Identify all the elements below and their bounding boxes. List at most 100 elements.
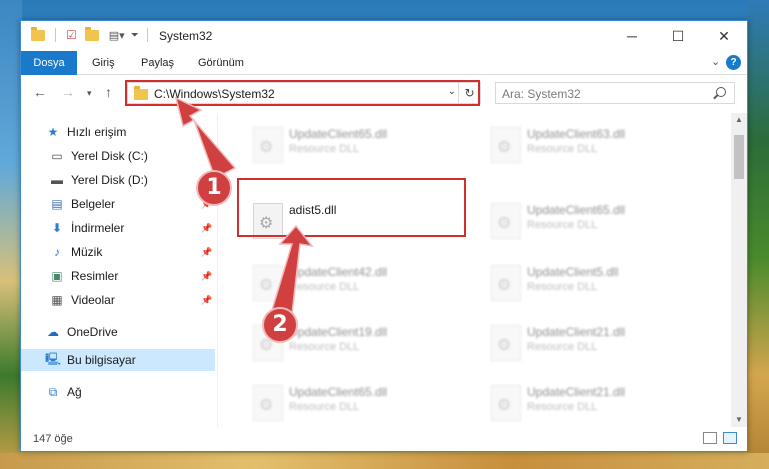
pin-icon[interactable]: 📌 [201,223,212,234]
sidebar-item-disk-c[interactable]: ▭ Yerel Disk (C:) [21,145,215,167]
file-type: Resource DLL [289,401,360,413]
title-bar: ☑ ▤▾ ⏷ System32 ─ ☐ ✕ [21,21,747,51]
file-item[interactable]: UpdateClient21.dll Resource DLL [477,381,677,425]
scroll-down-icon[interactable]: ▼ [731,413,747,427]
details-view-icon[interactable] [703,432,717,444]
address-bar-highlight [125,80,480,106]
new-folder-icon[interactable] [84,26,99,41]
toolbar-dropdown-icon[interactable]: ⏷ [131,30,139,41]
desktop-background-left [0,0,22,469]
tab-share[interactable]: Paylaş [132,51,183,75]
sidebar-item-label: OneDrive [67,325,118,339]
forward-arrow-icon[interactable]: → [61,84,75,100]
sidebar-item-label: Belgeler [71,197,116,211]
sidebar-item-label: Bu bilgisayar [67,353,136,367]
expand-ribbon-icon[interactable]: ⌄ [711,55,720,68]
tab-view[interactable]: Görünüm [189,51,253,75]
item-count: 147 öğe [33,433,73,445]
sidebar-item-music[interactable]: ♪ Müzik 📌 [21,241,215,263]
file-name: UpdateClient65.dll [289,385,388,399]
sidebar-item-network[interactable]: ⧉ Ağ [21,381,215,403]
folder-icon[interactable] [31,26,45,41]
help-icon[interactable]: ? [726,55,741,70]
up-arrow-icon[interactable]: ↑ [105,84,112,100]
close-button[interactable]: ✕ [701,21,747,51]
properties-icon[interactable]: ☑ [66,28,77,42]
pin-icon[interactable]: 📌 [201,247,212,258]
network-icon: ⧉ [48,384,58,399]
dll-file-icon [491,203,521,239]
file-item[interactable]: UpdateClient65.dll Resource DLL [477,199,677,243]
dll-file-icon [253,265,283,301]
window-title: System32 [159,29,213,43]
star-icon: ★ [47,125,59,139]
sidebar-item-pictures[interactable]: ▣ Resimler 📌 [21,265,215,287]
sidebar-item-disk-d[interactable]: ▬ Yerel Disk (D:) [21,169,215,191]
scrollbar-thumb[interactable] [734,135,744,179]
file-item[interactable]: UpdateClient21.dll Resource DLL [477,321,677,365]
file-item[interactable]: UpdateClient65.dll Resource DLL [239,381,439,425]
pictures-icon: ▣ [51,269,63,283]
customize-toolbar-icon[interactable]: ▤▾ [109,29,125,42]
dll-file-icon [491,127,521,163]
maximize-button[interactable]: ☐ [655,21,701,51]
file-item[interactable]: UpdateClient63.dll Resource DLL [477,123,677,167]
sidebar-item-label: Yerel Disk (C:) [71,149,148,163]
scroll-up-icon[interactable]: ▲ [731,113,747,127]
sidebar-item-label: Yerel Disk (D:) [71,173,148,187]
quick-access-toolbar: ☑ ▤▾ ⏷ [31,26,148,42]
search-icon[interactable] [716,87,726,97]
file-name: UpdateClient5.dll [527,265,619,279]
pane-divider[interactable] [217,113,218,427]
desktop-background-bottom [0,453,769,469]
file-type: Resource DLL [527,143,598,155]
status-bar: 147 öğe [21,427,747,451]
toolbar-separator [55,28,56,42]
sidebar-item-downloads[interactable]: ⬇ İndirmeler 📌 [21,217,215,239]
file-name: UpdateClient21.dll [527,325,626,339]
file-type: Resource DLL [527,219,598,231]
sidebar-item-quick-access[interactable]: ★ Hızlı erişim [21,121,215,143]
file-list: UpdateClient65.dll Resource DLL UpdateCl… [219,113,731,427]
file-name: UpdateClient21.dll [527,385,626,399]
toolbar-separator [146,28,148,42]
download-icon: ⬇ [51,221,63,235]
computer-icon: 🖳 [45,351,62,366]
search-box[interactable]: Ara: System32 [495,82,735,104]
sidebar-item-label: İndirmeler [71,221,125,235]
back-arrow-icon[interactable]: ← [33,84,47,100]
file-type: Resource DLL [527,341,598,353]
file-type: Resource DLL [289,341,360,353]
file-type: Resource DLL [527,281,598,293]
large-icons-view-icon[interactable] [723,432,737,444]
dll-file-icon [491,325,521,361]
video-icon: ▦ [51,293,63,307]
file-type: Resource DLL [527,401,598,413]
search-input[interactable]: Ara: System32 [502,87,581,101]
file-item[interactable]: UpdateClient65.dll Resource DLL [239,123,439,167]
pin-icon[interactable]: 📌 [201,295,212,306]
sidebar-item-documents[interactable]: ▤ Belgeler 📌 [21,193,215,215]
file-name: UpdateClient42.dll [289,265,388,279]
file-item[interactable]: UpdateClient42.dll Resource DLL [239,261,439,305]
ribbon-tabs: Dosya Giriş Paylaş Görünüm ⌄ ? [21,51,747,75]
minimize-button[interactable]: ─ [609,21,655,51]
file-name: UpdateClient19.dll [289,325,388,339]
pin-icon[interactable]: 📌 [201,271,212,282]
sidebar-item-onedrive[interactable]: ☁ OneDrive [21,321,215,343]
file-name: UpdateClient65.dll [527,203,626,217]
vertical-scrollbar[interactable]: ▲ ▼ [731,113,747,427]
sidebar-item-label: Videolar [71,293,115,307]
tab-file[interactable]: Dosya [21,51,77,75]
sidebar-item-this-pc[interactable]: 🖳 Bu bilgisayar [21,349,215,371]
file-type: Resource DLL [289,143,360,155]
file-item[interactable]: UpdateClient5.dll Resource DLL [477,261,677,305]
step-badge-2: 2 [262,307,298,343]
dll-file-icon [491,385,521,421]
recent-locations-icon[interactable]: ▾ [87,88,92,99]
sidebar-item-label: Ağ [67,385,82,399]
dll-file-icon [491,265,521,301]
sidebar-item-videos[interactable]: ▦ Videolar 📌 [21,289,215,311]
desktop-background-right [747,0,769,469]
tab-home[interactable]: Giriş [83,51,124,75]
